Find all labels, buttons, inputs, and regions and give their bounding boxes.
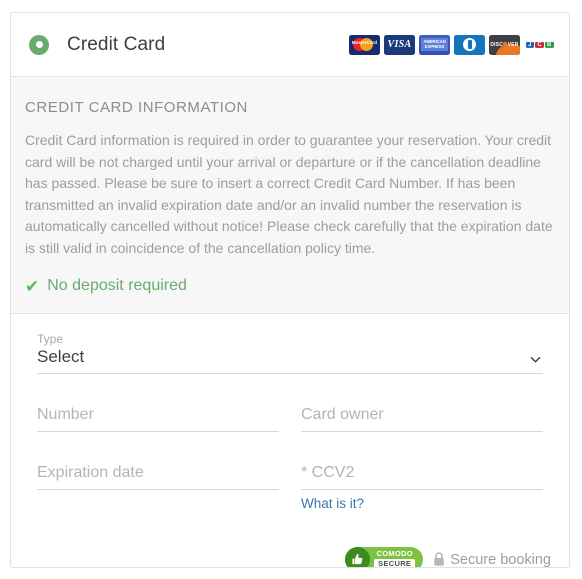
secure-booking-label: Secure booking xyxy=(450,551,551,568)
card-number-placeholder: Number xyxy=(37,406,94,423)
security-footer: COMODO SECURE Secure booking xyxy=(11,547,569,568)
comodo-secure-badge[interactable]: COMODO SECURE xyxy=(345,547,424,567)
ccv2-placeholder: * CCV2 xyxy=(301,464,355,481)
visa-icon: VISA xyxy=(384,34,415,55)
card-type-group: Type Select xyxy=(37,332,543,374)
credit-card-information-section: CREDIT CARD INFORMATION Credit Card info… xyxy=(11,77,569,314)
credit-card-form: Type Select Number Card owner Expiration… xyxy=(11,314,569,529)
mastercard-icon: MasterCard xyxy=(349,34,380,55)
card-number-group: Number xyxy=(37,404,279,432)
chevron-down-icon xyxy=(530,356,541,363)
card-owner-input[interactable]: Card owner xyxy=(301,404,543,432)
lock-icon xyxy=(434,552,445,566)
panel-header[interactable]: Credit Card MasterCard VISA AMERICAN EXP… xyxy=(11,13,569,77)
expiration-date-placeholder: Expiration date xyxy=(37,464,144,481)
jcb-label-b: B xyxy=(544,41,554,48)
card-type-value: Select xyxy=(37,347,85,366)
check-icon: ✔ xyxy=(25,276,40,296)
secure-booking-note: Secure booking xyxy=(433,551,551,568)
jcb-label-j: J xyxy=(525,41,535,48)
card-number-input[interactable]: Number xyxy=(37,404,279,432)
credit-card-panel: Credit Card MasterCard VISA AMERICAN EXP… xyxy=(10,12,570,568)
section-description: Credit Card information is required in o… xyxy=(25,132,553,256)
comodo-label-line1: COMODO xyxy=(376,549,413,559)
no-deposit-label: No deposit required xyxy=(47,277,187,294)
jcb-label-c: C xyxy=(535,41,544,48)
card-number-owner-row: Number Card owner xyxy=(37,404,543,432)
mastercard-label: MasterCard xyxy=(351,39,378,45)
radio-selected-icon[interactable] xyxy=(29,34,49,55)
discover-label-b: VER xyxy=(507,41,519,48)
ccv2-help-link[interactable]: What is it? xyxy=(301,496,364,511)
page-title: Credit Card xyxy=(67,33,166,55)
jcb-icon: J C B xyxy=(524,34,555,55)
section-heading: CREDIT CARD INFORMATION xyxy=(25,99,248,116)
card-type-select[interactable]: Select xyxy=(37,347,543,374)
visa-label: VISA xyxy=(387,39,412,50)
discover-label-a: DISC xyxy=(490,41,504,48)
thumbs-up-icon xyxy=(345,547,371,567)
no-deposit-notice: ✔ No deposit required xyxy=(25,277,555,295)
ccv2-input[interactable]: * CCV2 xyxy=(301,462,543,490)
card-owner-placeholder: Card owner xyxy=(301,406,384,423)
american-express-icon: AMERICAN EXPRESS xyxy=(419,34,450,55)
card-owner-group: Card owner xyxy=(301,404,543,432)
accepted-cards-list: MasterCard VISA AMERICAN EXPRESS DISC VER… xyxy=(349,34,555,55)
discover-icon: DISC VER xyxy=(489,34,520,55)
amex-label-line2: EXPRESS xyxy=(424,43,445,49)
expiration-date-input[interactable]: Expiration date xyxy=(37,462,279,490)
comodo-label-line2: SECURE xyxy=(374,559,416,567)
expiration-date-group: Expiration date xyxy=(37,462,279,513)
card-type-label: Type xyxy=(37,332,64,346)
diners-club-icon xyxy=(454,34,485,55)
expiration-ccv2-row: Expiration date * CCV2 What is it? xyxy=(37,462,543,513)
ccv2-group: * CCV2 What is it? xyxy=(301,462,543,513)
